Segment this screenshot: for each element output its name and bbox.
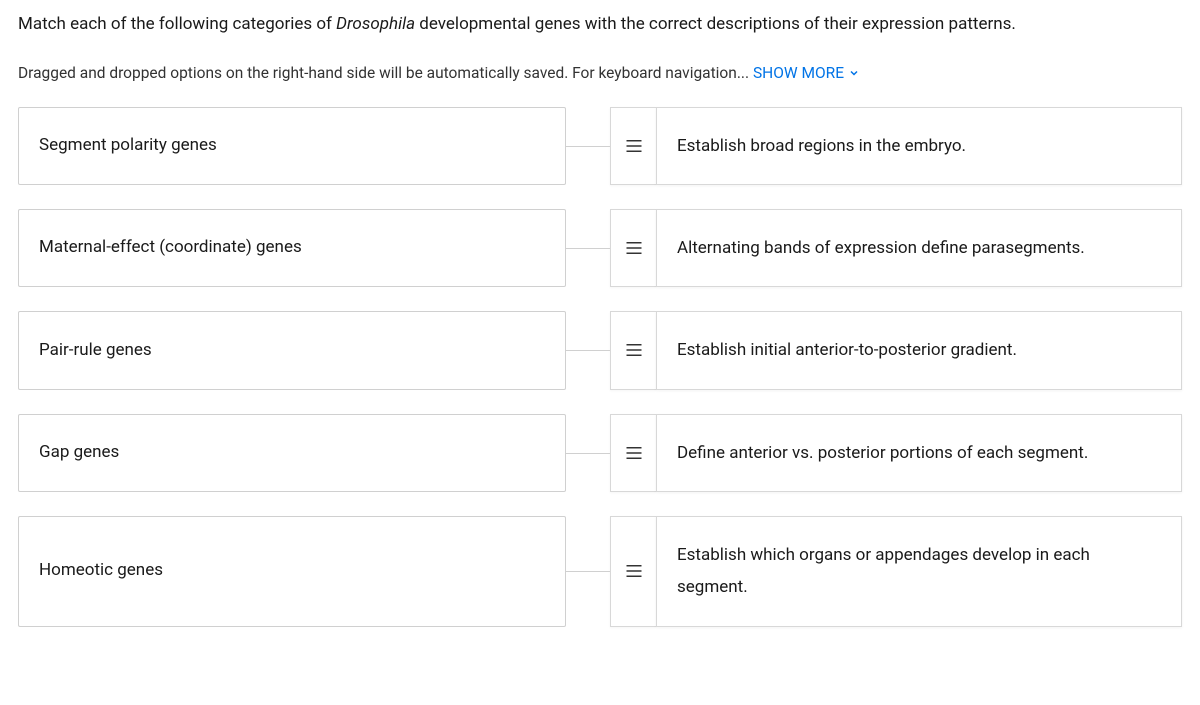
- connector-line: [566, 107, 610, 185]
- match-row: Gap genes Define anterior vs. posterior …: [18, 414, 1182, 492]
- drag-handle[interactable]: [610, 414, 656, 492]
- match-right-option[interactable]: Alternating bands of expression define p…: [656, 209, 1182, 287]
- connector-line: [566, 311, 610, 389]
- match-left-option[interactable]: Gap genes: [18, 414, 566, 492]
- match-right-label: Define anterior vs. posterior portions o…: [677, 437, 1088, 469]
- drag-handle[interactable]: [610, 311, 656, 389]
- match-left-label: Gap genes: [39, 440, 119, 466]
- question-italic: Drosophila: [336, 14, 415, 34]
- match-left-option[interactable]: Maternal-effect (coordinate) genes: [18, 209, 566, 287]
- drag-handle-icon: [625, 446, 643, 460]
- drag-handle-icon: [625, 241, 643, 255]
- match-left-label: Homeotic genes: [39, 558, 163, 584]
- match-left-label: Segment polarity genes: [39, 133, 217, 159]
- connector-line: [566, 209, 610, 287]
- match-right-label: Establish which organs or appendages dev…: [677, 539, 1161, 604]
- drag-handle[interactable]: [610, 209, 656, 287]
- match-right-option[interactable]: Establish which organs or appendages dev…: [656, 516, 1182, 627]
- match-right-label: Alternating bands of expression define p…: [677, 232, 1085, 264]
- show-more-label: SHOW MORE: [753, 62, 844, 85]
- match-right-option[interactable]: Define anterior vs. posterior portions o…: [656, 414, 1182, 492]
- chevron-down-icon: [848, 67, 860, 79]
- match-right-option[interactable]: Establish initial anterior-to-posterior …: [656, 311, 1182, 389]
- match-left-option[interactable]: Pair-rule genes: [18, 311, 566, 389]
- match-row: Homeotic genes Establish which organs or…: [18, 516, 1182, 627]
- question-text: Match each of the following categories o…: [18, 12, 1148, 38]
- match-right-option[interactable]: Establish broad regions in the embryo.: [656, 107, 1182, 185]
- question-prefix: Match each of the following categories o…: [18, 14, 336, 34]
- instructions: Dragged and dropped options on the right…: [18, 62, 1182, 85]
- instructions-text: Dragged and dropped options on the right…: [18, 64, 753, 82]
- drag-handle[interactable]: [610, 516, 656, 627]
- match-area: Segment polarity genes Establish broad r…: [18, 107, 1182, 627]
- drag-handle[interactable]: [610, 107, 656, 185]
- match-right-label: Establish broad regions in the embryo.: [677, 130, 966, 162]
- match-row: Maternal-effect (coordinate) genes Alter…: [18, 209, 1182, 287]
- drag-handle-icon: [625, 564, 643, 578]
- drag-handle-icon: [625, 343, 643, 357]
- match-right-label: Establish initial anterior-to-posterior …: [677, 334, 1017, 366]
- match-row: Segment polarity genes Establish broad r…: [18, 107, 1182, 185]
- match-left-label: Pair-rule genes: [39, 338, 152, 364]
- match-row: Pair-rule genes Establish initial anteri…: [18, 311, 1182, 389]
- match-left-option[interactable]: Homeotic genes: [18, 516, 566, 627]
- match-left-label: Maternal-effect (coordinate) genes: [39, 235, 302, 261]
- question-suffix: developmental genes with the correct des…: [415, 14, 1016, 34]
- match-left-option[interactable]: Segment polarity genes: [18, 107, 566, 185]
- drag-handle-icon: [625, 139, 643, 153]
- connector-line: [566, 516, 610, 627]
- connector-line: [566, 414, 610, 492]
- show-more-button[interactable]: SHOW MORE: [753, 62, 860, 85]
